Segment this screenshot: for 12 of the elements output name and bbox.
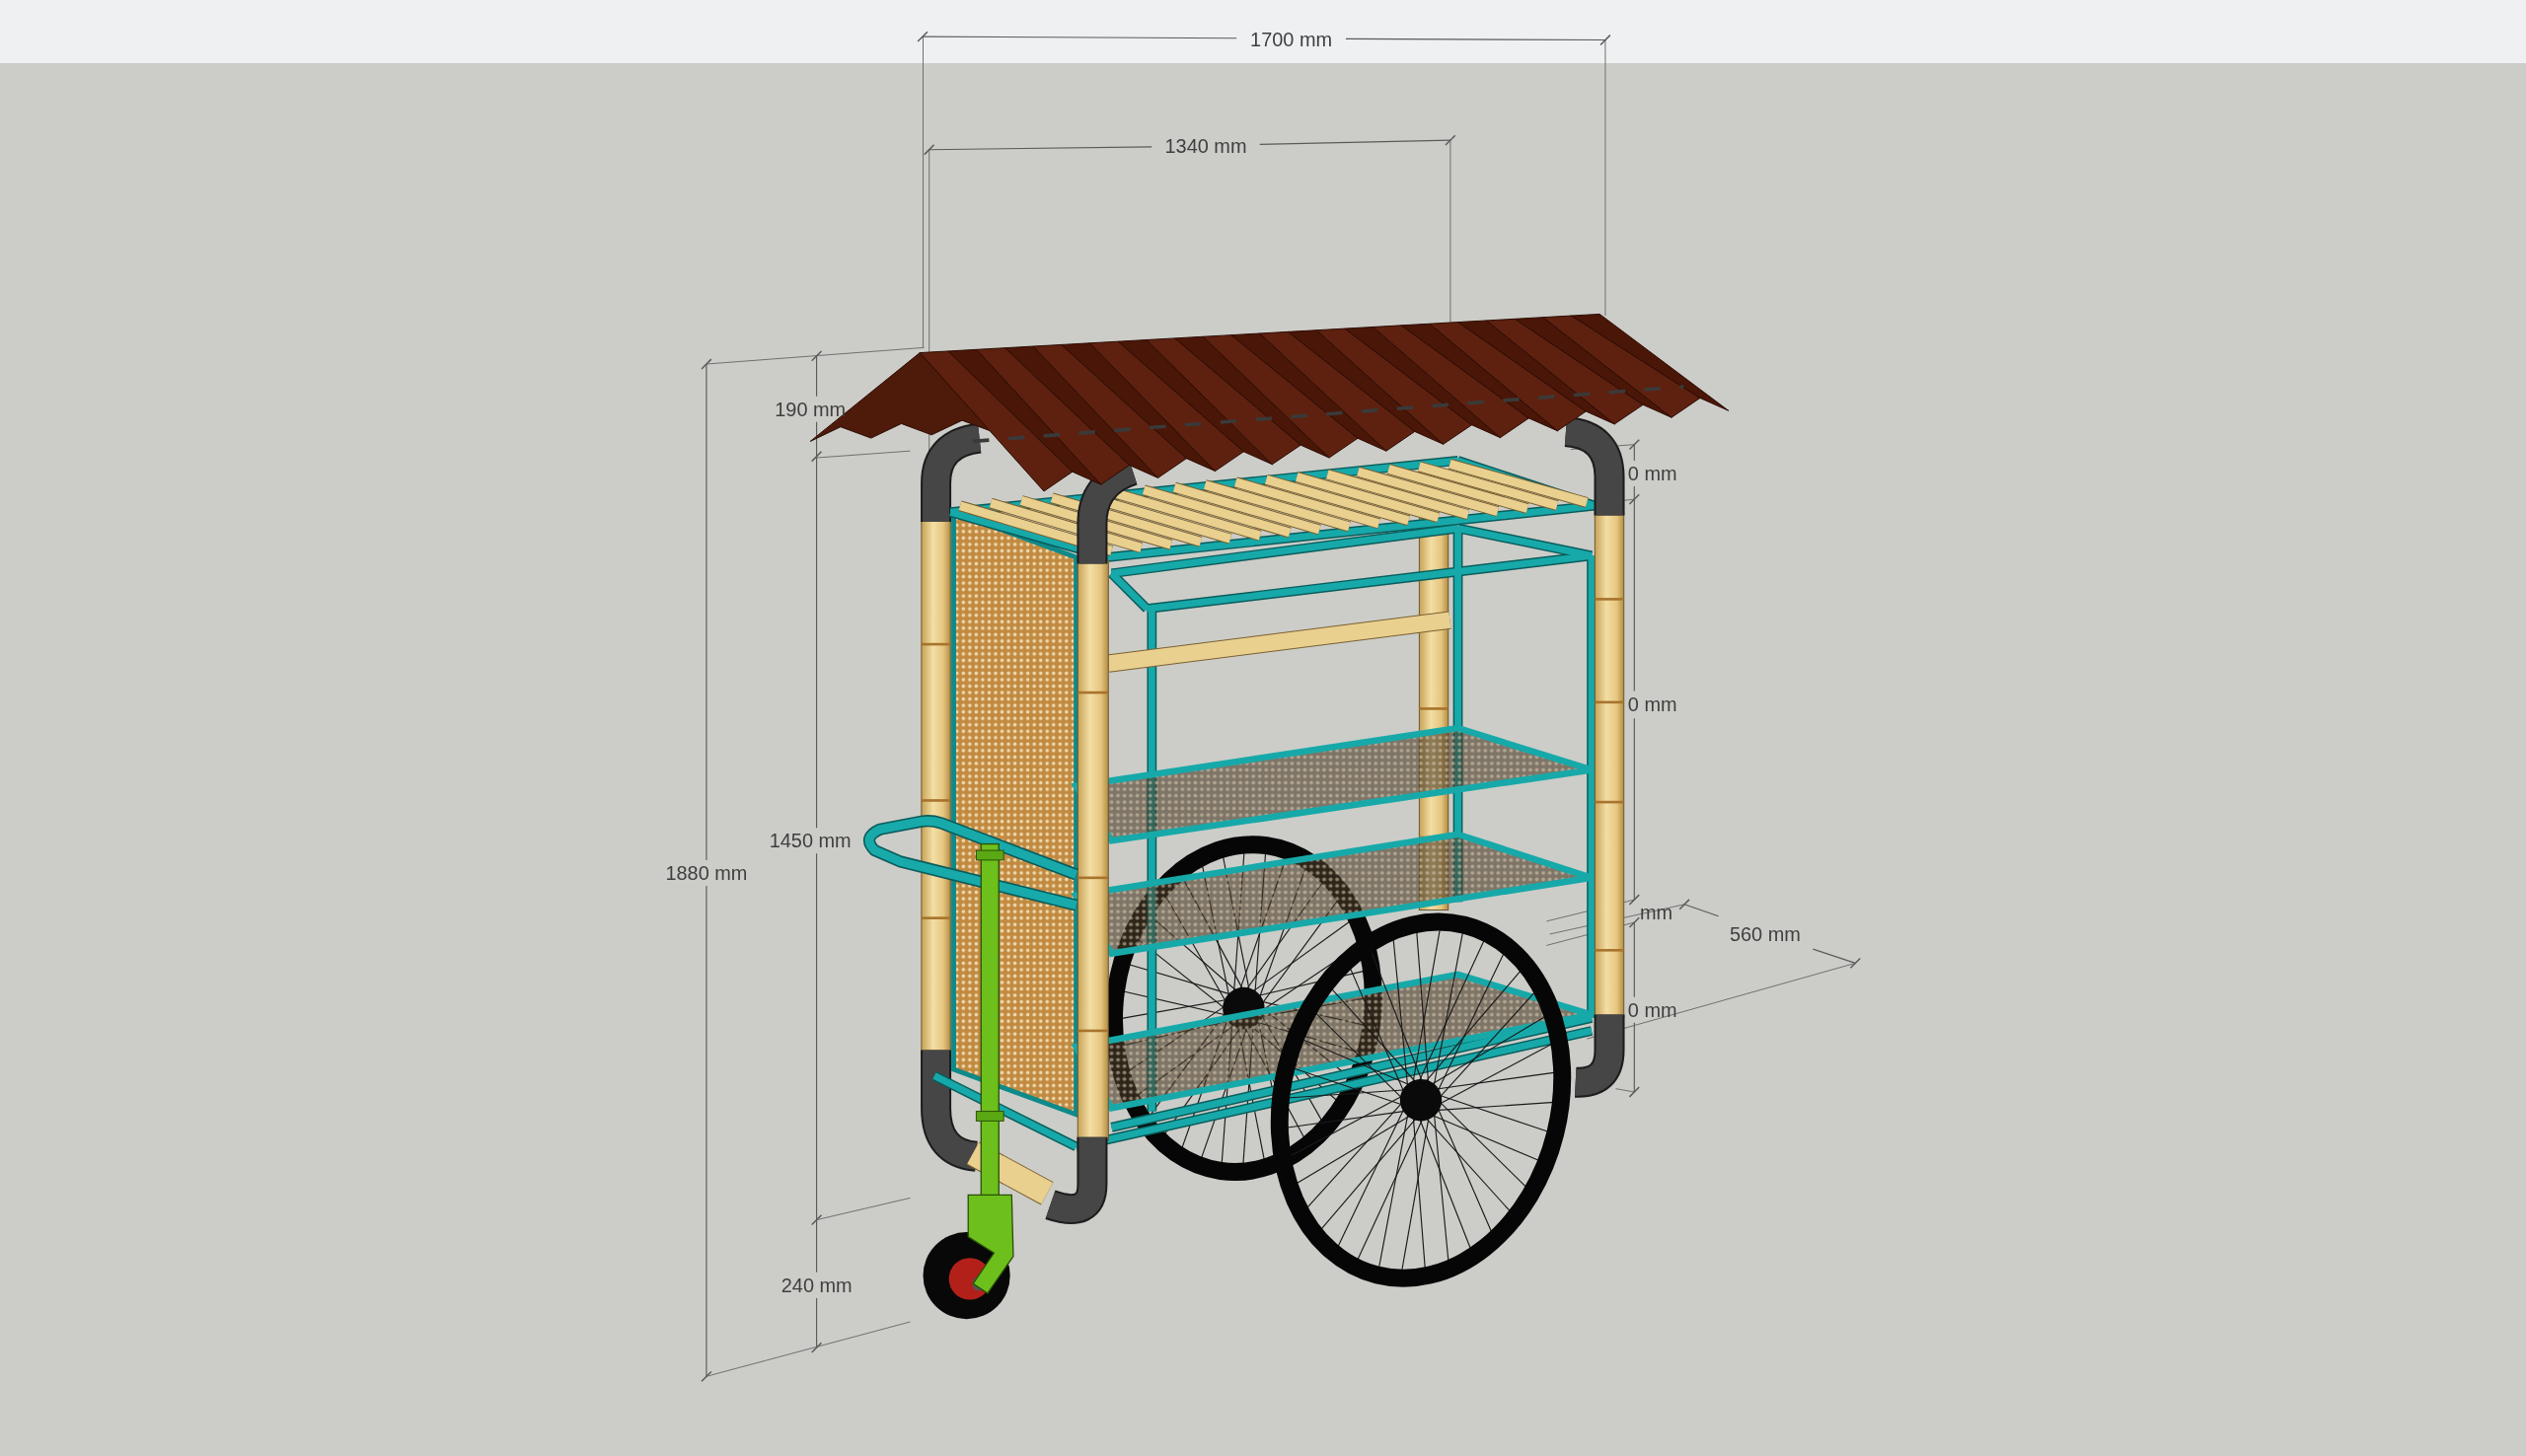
dimension-label: 0 mm: [1627, 463, 1677, 485]
dimension-label: 560 mm: [1729, 922, 1801, 945]
dimension-label: 1450 mm: [769, 830, 852, 852]
dimension-label: 1880 mm: [665, 861, 748, 884]
dimension-label: 0 mm: [1627, 998, 1677, 1021]
dimension-label: 240 mm: [780, 1274, 853, 1296]
dimension-label: 190 mm: [775, 398, 847, 420]
dimension-label: mm: [1640, 902, 1673, 924]
dimension-label: 0 mm: [1627, 693, 1677, 716]
dimension-label: 1340 mm: [1164, 134, 1247, 157]
extension-line: [1615, 1088, 1635, 1093]
dimension-label: 1700 mm: [1250, 28, 1333, 50]
